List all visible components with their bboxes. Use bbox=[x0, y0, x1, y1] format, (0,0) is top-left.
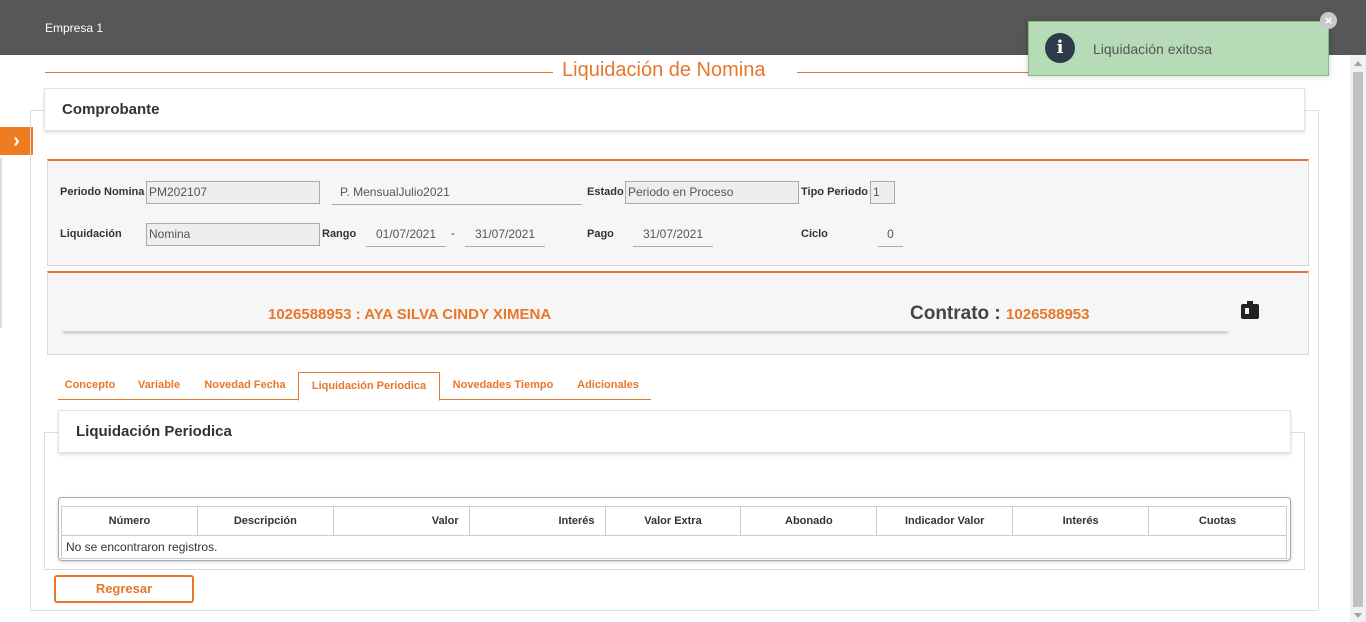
tab-variable[interactable]: Variable bbox=[124, 372, 194, 400]
contrato-label: Contrato : bbox=[910, 303, 1001, 324]
tipo-periodo-field[interactable]: 1 bbox=[870, 181, 895, 204]
column-header-abonado[interactable]: Abonado bbox=[740, 506, 878, 536]
table-header-row: Número Descripción Valor Interés Valor E… bbox=[61, 506, 1287, 536]
comprobante-header: Comprobante bbox=[44, 88, 1305, 131]
periodo-description-field[interactable]: P. MensualJulio2021 bbox=[332, 181, 582, 205]
results-table: Número Descripción Valor Interés Valor E… bbox=[61, 506, 1287, 559]
estado-field[interactable]: Periodo en Proceso bbox=[625, 181, 799, 204]
column-header-valor-extra[interactable]: Valor Extra bbox=[604, 506, 742, 536]
contrato-value: 1026588953 bbox=[1006, 306, 1090, 323]
info-icon: i bbox=[1045, 33, 1075, 63]
vertical-scrollbar[interactable] bbox=[1350, 55, 1366, 622]
table-row: No se encontraron registros. bbox=[61, 535, 1287, 559]
tab-liquidacion-periodica[interactable]: Liquidación Periodica bbox=[298, 372, 440, 401]
column-header-interes-2[interactable]: Interés bbox=[1012, 506, 1150, 536]
rango-label: Rango bbox=[322, 228, 357, 240]
rango-separator: - bbox=[451, 228, 455, 240]
periodo-panel: Periodo Nomina PM202107 P. MensualJulio2… bbox=[47, 159, 1309, 266]
estado-label: Estado bbox=[587, 186, 624, 198]
rango-hasta-field[interactable]: 31/07/2021 bbox=[465, 223, 545, 247]
pago-label: Pago bbox=[587, 228, 614, 240]
section-title: Liquidación Periodica bbox=[76, 423, 232, 440]
tipo-periodo-label: Tipo Periodo bbox=[801, 186, 869, 198]
column-header-descripcion[interactable]: Descripción bbox=[196, 506, 334, 536]
page-title: Liquidación de Nomina bbox=[562, 59, 766, 81]
scroll-down-arrow-icon[interactable] bbox=[1354, 613, 1362, 618]
company-name: Empresa 1 bbox=[45, 21, 104, 35]
tab-bar: Concepto Variable Novedad Fecha Liquidac… bbox=[58, 372, 651, 401]
liquidacion-periodica-header: Liquidación Periodica bbox=[58, 410, 1291, 453]
column-header-numero[interactable]: Número bbox=[61, 506, 198, 536]
tab-novedades-tiempo[interactable]: Novedades Tiempo bbox=[443, 372, 563, 400]
toast-message: Liquidación exitosa bbox=[1093, 41, 1213, 57]
column-header-indicador-valor[interactable]: Indicador Valor bbox=[876, 506, 1014, 536]
scroll-thumb[interactable] bbox=[1353, 72, 1363, 607]
tab-concepto[interactable]: Concepto bbox=[58, 372, 122, 400]
ciclo-label: Ciclo bbox=[801, 228, 828, 240]
tab-novedad-fecha[interactable]: Novedad Fecha bbox=[197, 372, 293, 400]
tab-adicionales[interactable]: Adicionales bbox=[569, 372, 647, 400]
periodo-nomina-label: Periodo Nomina bbox=[60, 186, 145, 198]
employee-divider bbox=[63, 328, 1228, 331]
column-header-valor[interactable]: Valor bbox=[332, 506, 470, 536]
rango-desde-field[interactable]: 01/07/2021 bbox=[366, 223, 446, 247]
empty-message: No se encontraron registros. bbox=[61, 535, 1287, 559]
employee-name: 1026588953 : AYA SILVA CINDY XIMENA bbox=[268, 306, 552, 323]
comprobante-title: Comprobante bbox=[62, 101, 160, 118]
pago-field[interactable]: 31/07/2021 bbox=[633, 223, 713, 247]
contrato-info: Contrato : 1026588953 bbox=[910, 303, 1089, 325]
close-icon[interactable]: × bbox=[1320, 12, 1337, 29]
periodo-nomina-field[interactable]: PM202107 bbox=[146, 181, 320, 204]
column-header-cuotas[interactable]: Cuotas bbox=[1148, 506, 1287, 536]
liquidacion-field[interactable]: Nomina bbox=[146, 223, 320, 246]
sidebar-edge bbox=[0, 158, 2, 328]
results-table-container: Número Descripción Valor Interés Valor E… bbox=[58, 497, 1291, 561]
title-divider-left bbox=[45, 72, 553, 73]
scroll-up-arrow-icon[interactable] bbox=[1354, 61, 1362, 66]
column-header-interes[interactable]: Interés bbox=[468, 506, 606, 536]
ciclo-field[interactable]: 0 bbox=[878, 223, 903, 247]
liquidacion-label: Liquidación bbox=[60, 228, 122, 240]
chevron-right-icon: › bbox=[13, 130, 20, 152]
back-button[interactable]: Regresar bbox=[54, 575, 194, 603]
id-badge-icon[interactable] bbox=[1241, 301, 1259, 319]
empleado-panel: 1026588953 : AYA SILVA CINDY XIMENA Cont… bbox=[47, 271, 1309, 355]
sidebar-toggle-button[interactable]: › bbox=[0, 127, 33, 155]
success-toast[interactable]: i Liquidación exitosa bbox=[1028, 21, 1329, 76]
